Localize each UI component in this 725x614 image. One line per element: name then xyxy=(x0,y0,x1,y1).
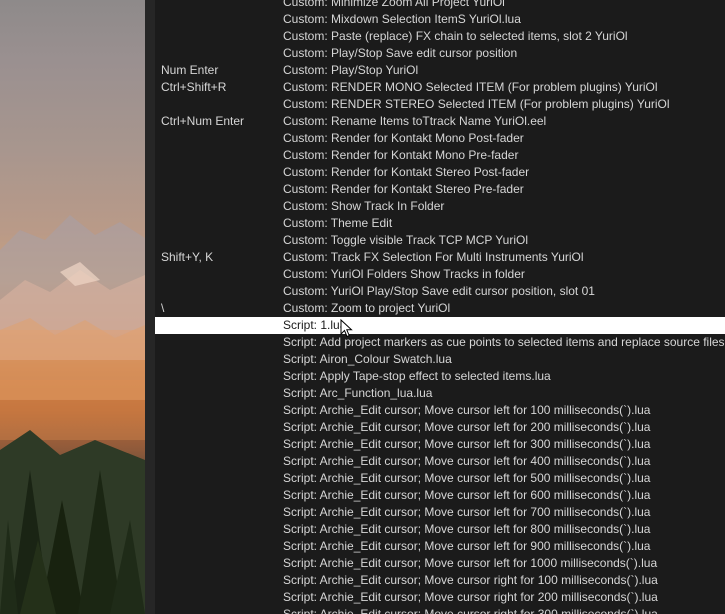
action-row[interactable]: Script: Airon_Colour Swatch.lua xyxy=(155,351,725,368)
action-row[interactable]: Script: Archie_Edit cursor; Move cursor … xyxy=(155,606,725,614)
action-description: Script: Apply Tape-stop effect to select… xyxy=(283,369,551,383)
action-description: Custom: Show Track In Folder xyxy=(283,199,445,213)
action-row[interactable]: Num Enter Custom: Play/Stop YuriOl xyxy=(155,62,725,79)
action-row[interactable]: Ctrl+Shift+R Custom: RENDER MONO Selected… xyxy=(155,79,725,96)
action-shortcut: Num Enter xyxy=(161,63,219,77)
action-row[interactable]: Custom: Play/Stop Save edit cursor posit… xyxy=(155,45,725,62)
action-row[interactable]: Script: 1.lua xyxy=(155,317,725,334)
action-row[interactable]: Script: Archie_Edit cursor; Move cursor … xyxy=(155,504,725,521)
actions-list-rows: Custom: Minimize Zoom All Project YuriOl… xyxy=(155,0,725,614)
action-description: Custom: Toggle visible Track TCP MCP Yur… xyxy=(283,233,528,247)
action-description: Custom: Mixdown Selection ItemS YuriOl.l… xyxy=(283,12,521,26)
action-row[interactable]: Custom: Show Track In Folder xyxy=(155,198,725,215)
action-row[interactable]: Custom: RENDER STEREO Selected ITEM (For… xyxy=(155,96,725,113)
mountain-landscape-image xyxy=(0,215,145,614)
action-row[interactable]: Script: Apply Tape-stop effect to select… xyxy=(155,368,725,385)
action-description: Custom: YuriOl Folders Show Tracks in fo… xyxy=(283,267,525,281)
action-description: Script: Archie_Edit cursor; Move cursor … xyxy=(283,454,651,468)
action-description: Script: Archie_Edit cursor; Move cursor … xyxy=(283,403,651,417)
action-description: Custom: Render for Kontakt Stereo Post-f… xyxy=(283,165,530,179)
action-description: Custom: Play/Stop YuriOl xyxy=(283,63,419,77)
action-row[interactable]: Script: Archie_Edit cursor; Move cursor … xyxy=(155,436,725,453)
action-description: Custom: Track FX Selection For Multi Ins… xyxy=(283,250,584,264)
action-row[interactable]: Script: Add project markers as cue point… xyxy=(155,334,725,351)
action-row[interactable]: Script: Archie_Edit cursor; Move cursor … xyxy=(155,402,725,419)
action-row[interactable]: Custom: Mixdown Selection ItemS YuriOl.l… xyxy=(155,11,725,28)
action-description: Custom: Paste (replace) FX chain to sele… xyxy=(283,29,628,43)
action-shortcut: Shift+Y, K xyxy=(161,250,214,264)
action-row[interactable]: Custom: Render for Kontakt Stereo Pre-fa… xyxy=(155,181,725,198)
action-row[interactable]: Script: Archie_Edit cursor; Move cursor … xyxy=(155,589,725,606)
action-row[interactable]: Script: Archie_Edit cursor; Move cursor … xyxy=(155,470,725,487)
action-description: Script: Archie_Edit cursor; Move cursor … xyxy=(283,522,651,536)
action-description: Script: Archie_Edit cursor; Move cursor … xyxy=(283,556,658,570)
action-row[interactable]: Custom: Render for Kontakt Mono Post-fad… xyxy=(155,130,725,147)
action-row[interactable]: Script: Archie_Edit cursor; Move cursor … xyxy=(155,487,725,504)
desktop-wallpaper xyxy=(0,0,145,614)
action-description: Script: Archie_Edit cursor; Move cursor … xyxy=(283,420,651,434)
action-row[interactable]: \ Custom: Zoom to project YuriOl xyxy=(155,300,725,317)
action-row[interactable]: Script: Archie_Edit cursor; Move cursor … xyxy=(155,538,725,555)
action-description: Custom: Rename Items toTtrack Name YuriO… xyxy=(283,114,547,128)
action-row[interactable]: Custom: YuriOl Folders Show Tracks in fo… xyxy=(155,266,725,283)
action-description: Script: Archie_Edit cursor; Move cursor … xyxy=(283,539,651,553)
action-description: Script: Archie_Edit cursor; Move cursor … xyxy=(283,573,658,587)
action-shortcut: \ xyxy=(161,301,165,315)
action-description: Script: Archie_Edit cursor; Move cursor … xyxy=(283,471,651,485)
action-shortcut: Ctrl+Num Enter xyxy=(161,114,245,128)
action-description: Custom: Play/Stop Save edit cursor posit… xyxy=(283,46,518,60)
actions-list[interactable]: Custom: Minimize Zoom All Project YuriOl… xyxy=(155,0,725,614)
action-description: Custom: Minimize Zoom All Project YuriOl xyxy=(283,0,505,9)
action-description: Custom: Render for Kontakt Stereo Pre-fa… xyxy=(283,182,524,196)
action-description: Script: Archie_Edit cursor; Move cursor … xyxy=(283,505,651,519)
action-row[interactable]: Script: Archie_Edit cursor; Move cursor … xyxy=(155,419,725,436)
action-row[interactable]: Custom: Toggle visible Track TCP MCP Yur… xyxy=(155,232,725,249)
action-description: Script: Arc_Function_lua.lua xyxy=(283,386,433,400)
window-border xyxy=(145,0,155,614)
action-description: Script: 1.lua xyxy=(283,318,347,332)
action-description: Script: Archie_Edit cursor; Move cursor … xyxy=(283,437,651,451)
action-description: Custom: RENDER MONO Selected ITEM (For p… xyxy=(283,80,658,94)
action-description: Custom: Zoom to project YuriOl xyxy=(283,301,451,315)
action-description: Custom: Render for Kontakt Mono Post-fad… xyxy=(283,131,524,145)
action-row[interactable]: Script: Archie_Edit cursor; Move cursor … xyxy=(155,572,725,589)
action-description: Custom: Render for Kontakt Mono Pre-fade… xyxy=(283,148,519,162)
action-description: Script: Archie_Edit cursor; Move cursor … xyxy=(283,590,658,604)
action-description: Script: Add project markers as cue point… xyxy=(283,335,725,349)
action-row[interactable]: Custom: Render for Kontakt Mono Pre-fade… xyxy=(155,147,725,164)
action-description: Custom: YuriOl Play/Stop Save edit curso… xyxy=(283,284,595,298)
action-shortcut: Ctrl+Shift+R xyxy=(161,80,227,94)
action-row[interactable]: Custom: YuriOl Play/Stop Save edit curso… xyxy=(155,283,725,300)
action-description: Script: Archie_Edit cursor; Move cursor … xyxy=(283,488,651,502)
action-description: Custom: Theme Edit xyxy=(283,216,393,230)
action-row[interactable]: Custom: Theme Edit xyxy=(155,215,725,232)
action-row[interactable]: Custom: Paste (replace) FX chain to sele… xyxy=(155,28,725,45)
action-row[interactable]: Script: Archie_Edit cursor; Move cursor … xyxy=(155,555,725,572)
action-row[interactable]: Script: Archie_Edit cursor; Move cursor … xyxy=(155,521,725,538)
action-description: Script: Airon_Colour Swatch.lua xyxy=(283,352,452,366)
action-description: Script: Archie_Edit cursor; Move cursor … xyxy=(283,607,658,614)
action-row[interactable]: Script: Archie_Edit cursor; Move cursor … xyxy=(155,453,725,470)
action-row[interactable]: Custom: Minimize Zoom All Project YuriOl xyxy=(155,0,725,11)
action-row[interactable]: Custom: Render for Kontakt Stereo Post-f… xyxy=(155,164,725,181)
action-description: Custom: RENDER STEREO Selected ITEM (For… xyxy=(283,97,670,111)
action-row[interactable]: Ctrl+Num Enter Custom: Rename Items toTtr… xyxy=(155,113,725,130)
action-row[interactable]: Shift+Y, K Custom: Track FX Selection For… xyxy=(155,249,725,266)
action-row[interactable]: Script: Arc_Function_lua.lua xyxy=(155,385,725,402)
